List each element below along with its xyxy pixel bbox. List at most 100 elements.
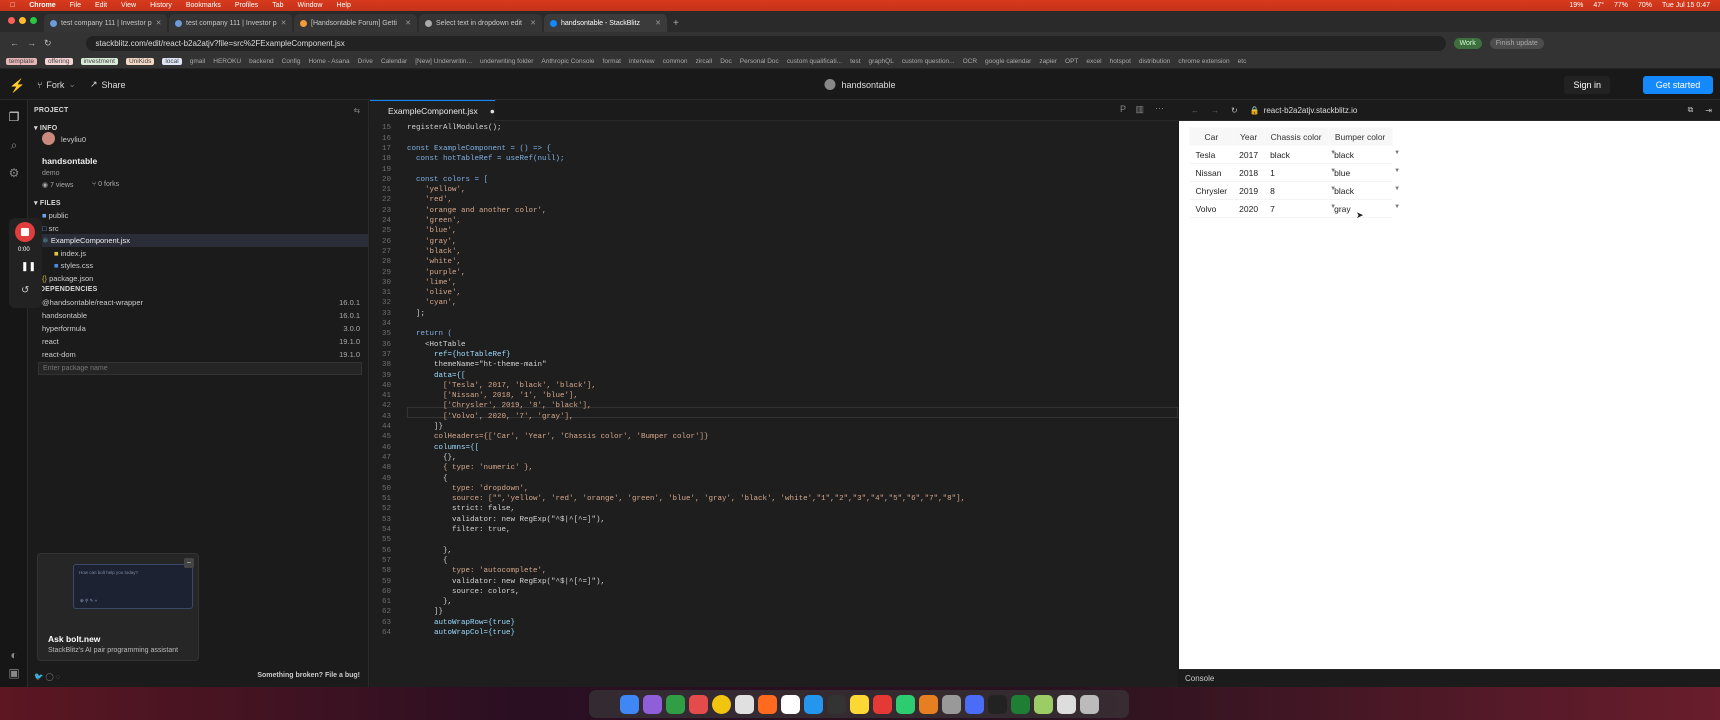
browser-tab[interactable]: Select text in dropdown edit ✕	[419, 14, 542, 32]
open-new-window-icon[interactable]: ⧉	[1688, 105, 1694, 115]
slack-app-icon[interactable]	[734, 694, 754, 714]
folder-public[interactable]: ■ public	[42, 211, 68, 220]
menu-chrome[interactable]: Chrome	[29, 2, 55, 9]
launchpad-app-icon[interactable]	[642, 694, 662, 714]
bookmark[interactable]: distribution	[1139, 58, 1170, 65]
dependencies-section-header[interactable]: ▾ DEPENDENCIES	[34, 285, 98, 293]
cell-year[interactable]: 2017	[1233, 145, 1265, 164]
close-tab-icon[interactable]: ✕	[156, 19, 162, 27]
get-started-button[interactable]: Get started	[1643, 76, 1713, 94]
dependency-row[interactable]: react-dom 19.1.0	[28, 350, 368, 362]
username[interactable]: levyliu0	[61, 135, 86, 144]
preview-url[interactable]: react-b2a2atjv.stackblitz.io	[1264, 106, 1358, 115]
menu-window[interactable]: Window	[298, 2, 323, 9]
bookmark[interactable]: zapier	[1039, 58, 1057, 65]
bookmark[interactable]: excel	[1086, 58, 1101, 65]
console-panel[interactable]: Console	[1179, 669, 1720, 687]
cell-car[interactable]: Chrysler	[1189, 181, 1234, 200]
user-avatar[interactable]	[42, 132, 55, 145]
pause-icon[interactable]: ❚❚	[21, 261, 36, 272]
browser-tab-active[interactable]: handsontable - StackBlitz ✕	[544, 14, 667, 32]
new-tab-icon[interactable]: +	[673, 18, 679, 29]
browser-tab[interactable]: [Handsontable Forum] Getti ✕	[294, 14, 417, 32]
intellij-app-icon[interactable]	[688, 694, 708, 714]
menu-help[interactable]: Help	[336, 2, 350, 9]
cell-year[interactable]: 2020	[1233, 199, 1265, 218]
bookmark[interactable]: Config	[282, 58, 301, 65]
menu-bookmarks[interactable]: Bookmarks	[186, 2, 221, 9]
cell-year[interactable]: 2019	[1233, 181, 1265, 200]
social-icons[interactable]: 🐦 ◯ ◌	[34, 672, 60, 681]
menu-tab[interactable]: Tab	[272, 2, 283, 9]
cell-bumper-autocomplete[interactable]: black ▼	[1328, 145, 1400, 164]
file-styles[interactable]: ■ styles.css	[54, 261, 93, 270]
bookmark[interactable]: custom qualificati...	[787, 58, 842, 65]
notion-app-icon[interactable]	[780, 694, 800, 714]
reload-icon[interactable]: ↻	[44, 38, 52, 49]
dependency-row[interactable]: handsontable 16.0.1	[28, 311, 368, 323]
bookmark[interactable]: graphQL	[869, 58, 894, 65]
bookmark-tag[interactable]: UniKids	[125, 57, 155, 65]
cell-chassis-dropdown[interactable]: 1 ▼	[1264, 163, 1336, 182]
column-header-car[interactable]: Car	[1189, 127, 1234, 146]
bookmark[interactable]: Calendar	[381, 58, 407, 65]
info-section-header[interactable]: ▾ INFO	[34, 124, 57, 132]
file-index[interactable]: ■ index.js	[54, 249, 86, 258]
bookmark[interactable]: gmail	[190, 58, 206, 65]
sublime-app-icon[interactable]	[918, 694, 938, 714]
bookmark[interactable]: google calendar	[985, 58, 1031, 65]
minimize-window-icon[interactable]	[19, 17, 26, 24]
restart-icon[interactable]: ↺	[21, 285, 29, 296]
browser-tab[interactable]: test company 111 | Investor p ✕	[44, 14, 167, 32]
fork-button[interactable]: ⑂ Fork ⌄	[37, 79, 76, 90]
file-examplecomponent[interactable]: ⚛ ExampleComponent.jsx	[42, 236, 130, 245]
bookmark[interactable]: hotspot	[1110, 58, 1131, 65]
bookmark-tag[interactable]: template	[6, 57, 37, 65]
terminal-app-icon[interactable]	[987, 694, 1007, 714]
dropdown-arrow-icon[interactable]: ▼	[1394, 168, 1400, 174]
menu-view[interactable]: View	[121, 2, 136, 9]
bookmark[interactable]: [New] Underwritin...	[415, 58, 472, 65]
bookmark[interactable]: Personal Doc	[740, 58, 779, 65]
preview-reload-icon[interactable]: ↻	[1231, 106, 1238, 115]
maximize-window-icon[interactable]	[30, 17, 37, 24]
bookmark-tag[interactable]: investment	[80, 57, 118, 65]
excel-app-icon[interactable]	[1010, 694, 1030, 714]
editor-tab-active[interactable]: ExampleComponent.jsx ●	[370, 100, 495, 121]
profile-button[interactable]: Work	[1453, 37, 1482, 49]
bolt-promo-card[interactable]: How can bolt help you today? ⊕ ⚲ ✎ » – A…	[37, 553, 199, 661]
settings-app-icon[interactable]	[941, 694, 961, 714]
close-tab-icon[interactable]: ✕	[655, 19, 661, 27]
files-section-header[interactable]: ▾ FILES	[34, 199, 61, 207]
trash-icon[interactable]	[1079, 694, 1099, 714]
panel-toggle-icon[interactable]: ▣	[7, 666, 21, 680]
forward-icon[interactable]: →	[27, 38, 36, 48]
finish-update-button[interactable]: Finish update	[1489, 37, 1544, 49]
bookmark-tag[interactable]: offering	[44, 57, 73, 65]
collapse-sidebar-icon[interactable]: ⇆	[354, 106, 360, 115]
stop-recording-button[interactable]	[15, 222, 35, 242]
bookmark[interactable]: backend	[249, 58, 274, 65]
sign-in-button[interactable]: Sign in	[1564, 76, 1610, 94]
split-editor-icon[interactable]: ▥	[1135, 104, 1144, 115]
share-button[interactable]: ↗ Share	[90, 79, 126, 90]
mail-app-icon[interactable]	[964, 694, 984, 714]
search-icon[interactable]: ⌕	[7, 138, 21, 152]
cell-chassis-dropdown[interactable]: 8 ▼	[1264, 181, 1336, 200]
menu-profiles[interactable]: Profiles	[235, 2, 258, 9]
stackblitz-logo-icon[interactable]: ⚡	[9, 78, 25, 93]
music-app-icon[interactable]	[872, 694, 892, 714]
bookmark[interactable]: format	[603, 58, 621, 65]
cell-chassis-dropdown[interactable]: 7 ▼	[1264, 199, 1336, 218]
close-card-icon[interactable]: –	[184, 558, 194, 568]
column-header-bumper[interactable]: Bumper color	[1327, 127, 1393, 146]
preview-forward-icon[interactable]: →	[1211, 106, 1219, 115]
bookmark[interactable]: HEROKU	[213, 58, 241, 65]
chrome-app-icon[interactable]	[711, 694, 731, 714]
close-tab-icon[interactable]: ✕	[405, 19, 411, 27]
bookmark[interactable]: zircall	[696, 58, 713, 65]
folder-src[interactable]: □ src	[42, 224, 59, 233]
browser-tab[interactable]: test company 111 | Investor p ✕	[169, 14, 292, 32]
dropdown-arrow-icon[interactable]: ▼	[1394, 150, 1400, 156]
bookmark[interactable]: Doc	[720, 58, 732, 65]
